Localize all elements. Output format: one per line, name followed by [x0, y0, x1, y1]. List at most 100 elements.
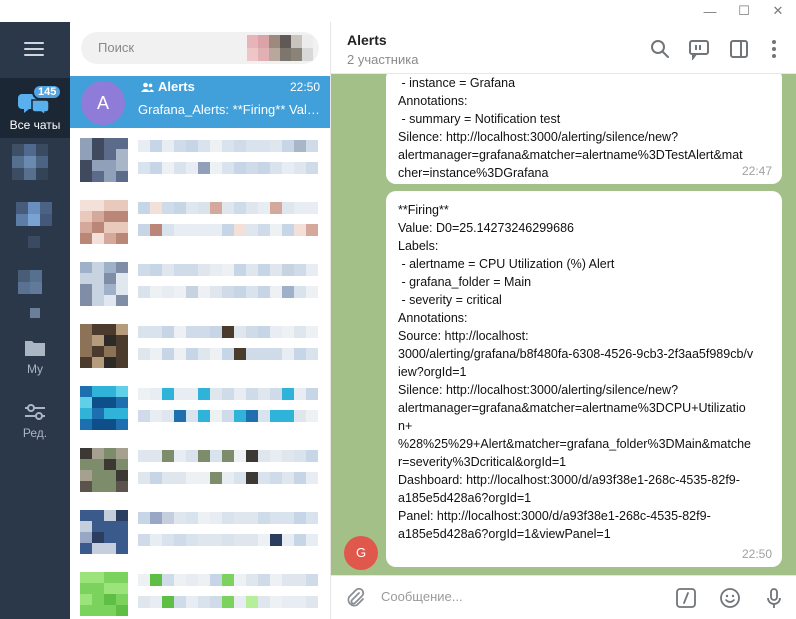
blurred-text	[138, 202, 318, 214]
chat-item[interactable]	[70, 190, 330, 252]
message-line: r=severity%3Dcritical&orgId=1	[398, 455, 567, 469]
chat-item[interactable]	[70, 562, 330, 619]
all-chats-label: Все чаты	[9, 118, 61, 132]
message-line: - summary = Notification test	[398, 112, 561, 126]
chat-item[interactable]	[70, 314, 330, 376]
message-line: - severity = critical	[398, 293, 502, 307]
folders-rail: 145 Все чаты My Ред.	[0, 22, 70, 619]
message-line: iew?orgId=1	[398, 365, 467, 379]
messages-area[interactable]: - instance = Grafana Annotations: - summa…	[331, 74, 796, 575]
message-line: alertmanager=grafana&matcher=alertname%3…	[398, 401, 746, 415]
blurred-avatar	[80, 262, 128, 306]
message-line: **Firing**	[398, 203, 449, 217]
edit-folders-label: Ред.	[22, 426, 48, 440]
chat-list: Поиск A Alerts 22:50 Grafana_Alerts: **F…	[70, 22, 331, 619]
blurred-text	[138, 348, 318, 360]
emoji-icon[interactable]	[719, 587, 741, 609]
chat-title: Alerts	[347, 32, 387, 48]
conversation-pane: Alerts 2 участника - instance = Grafana A…	[331, 22, 796, 619]
blurred-text	[138, 472, 318, 484]
bot-commands-icon[interactable]	[688, 38, 710, 60]
attach-icon[interactable]	[345, 587, 365, 609]
blurred-avatar	[80, 510, 128, 554]
blurred-text	[138, 140, 318, 152]
blurred-avatar	[247, 35, 313, 61]
message-line: Value: D0=25.14273246299686	[398, 221, 574, 235]
message-line: Annotations:	[398, 311, 468, 325]
message-input[interactable]: Сообщение...	[381, 589, 463, 604]
sidebar-toggle-icon[interactable]	[728, 38, 750, 60]
folder-icon	[25, 341, 45, 356]
message-line: - instance = Grafana	[398, 76, 516, 90]
message-line: cher=instance%3DGrafana	[398, 166, 549, 180]
commands-icon[interactable]	[675, 587, 697, 609]
blurred-text	[138, 264, 318, 276]
blurred-text	[138, 388, 318, 400]
chat-item[interactable]	[70, 376, 330, 438]
message-line: Silence: http://localhost:3000/alerting/…	[398, 130, 679, 144]
blurred-avatar	[80, 572, 128, 616]
close-button[interactable]: ✕	[764, 0, 792, 22]
group-icon	[141, 82, 154, 92]
blurred-avatar	[80, 386, 128, 430]
message-line: 3000/alerting/grafana/b8f480fa-6308-4526…	[398, 347, 754, 361]
blurred-avatar	[80, 448, 128, 492]
message-line: Source: http://localhost:	[398, 329, 529, 343]
message-line: %28%25%29+Alert&matcher=grafana_folder%3…	[398, 437, 751, 451]
message-line: a185e5d428a6?orgId=1&viewPanel=1	[398, 527, 611, 541]
blurred-text	[138, 286, 318, 298]
chat-item[interactable]	[70, 500, 330, 562]
menu-icon[interactable]	[24, 42, 44, 58]
message-line: Silence: http://localhost:3000/alerting/…	[398, 383, 679, 397]
edit-filters-icon	[25, 404, 45, 420]
folder-my[interactable]: My	[0, 338, 70, 376]
window-titlebar: — ☐ ✕	[0, 0, 796, 22]
microphone-icon[interactable]	[763, 587, 785, 609]
folder-my-label: My	[27, 362, 43, 376]
chat-name: Alerts	[158, 79, 195, 94]
message-bubble[interactable]: - instance = Grafana Annotations: - summa…	[386, 74, 782, 184]
blurred-text	[138, 512, 318, 524]
sender-avatar[interactable]: G	[344, 536, 378, 570]
chat-members: 2 участника	[347, 52, 419, 67]
folder-all-chats[interactable]: 145 Все чаты	[0, 78, 70, 138]
blurred-text	[138, 450, 318, 462]
message-line: Panel: http://localhost:3000/d/a93f38e1-…	[398, 509, 711, 523]
search-icon[interactable]	[649, 38, 671, 60]
message-line: Annotations:	[398, 94, 468, 108]
message-line: - alertname = CPU Utilization (%) Alert	[398, 257, 615, 271]
message-line: - grafana_folder = Main	[398, 275, 532, 289]
message-line: alertmanager=grafana&matcher=alertname%3…	[398, 148, 743, 162]
chat-header[interactable]: Alerts 2 участника	[331, 22, 796, 74]
chat-item-alerts[interactable]: A Alerts 22:50 Grafana_Alerts: **Firing*…	[70, 76, 330, 128]
message-composer: Сообщение...	[331, 575, 796, 619]
blurred-text	[138, 534, 318, 546]
more-icon[interactable]	[763, 38, 785, 60]
search-input[interactable]: Поиск	[81, 32, 319, 64]
blurred-avatar	[80, 324, 128, 368]
search-placeholder: Поиск	[98, 40, 135, 55]
unread-badge: 145	[32, 84, 63, 100]
message-line: n+	[398, 419, 413, 433]
chat-rows	[70, 128, 330, 619]
chat-item[interactable]	[70, 128, 330, 190]
message-time: 22:47	[741, 164, 772, 178]
blurred-text	[138, 596, 318, 608]
minimize-button[interactable]: —	[696, 0, 724, 22]
edit-folders[interactable]: Ред.	[0, 402, 70, 440]
blurred-text	[138, 326, 318, 338]
chat-avatar: A	[81, 81, 125, 125]
chat-item[interactable]	[70, 438, 330, 500]
chat-preview: Grafana_Alerts: **Firing** Value: D0=25.…	[138, 102, 323, 117]
maximize-button[interactable]: ☐	[730, 0, 758, 22]
chat-item[interactable]	[70, 252, 330, 314]
message-time: 22:50	[741, 547, 772, 561]
message-line: Dashboard: http://localhost:3000/d/a93f3…	[398, 473, 740, 487]
blurred-text	[138, 410, 318, 422]
message-line: Labels:	[398, 239, 439, 253]
message-bubble[interactable]: **Firing** Value: D0=25.14273246299686 Lab…	[386, 191, 782, 567]
blurred-avatar	[80, 200, 128, 244]
blurred-text	[138, 224, 318, 236]
chat-time: 22:50	[289, 80, 320, 94]
blurred-avatar	[80, 138, 128, 182]
